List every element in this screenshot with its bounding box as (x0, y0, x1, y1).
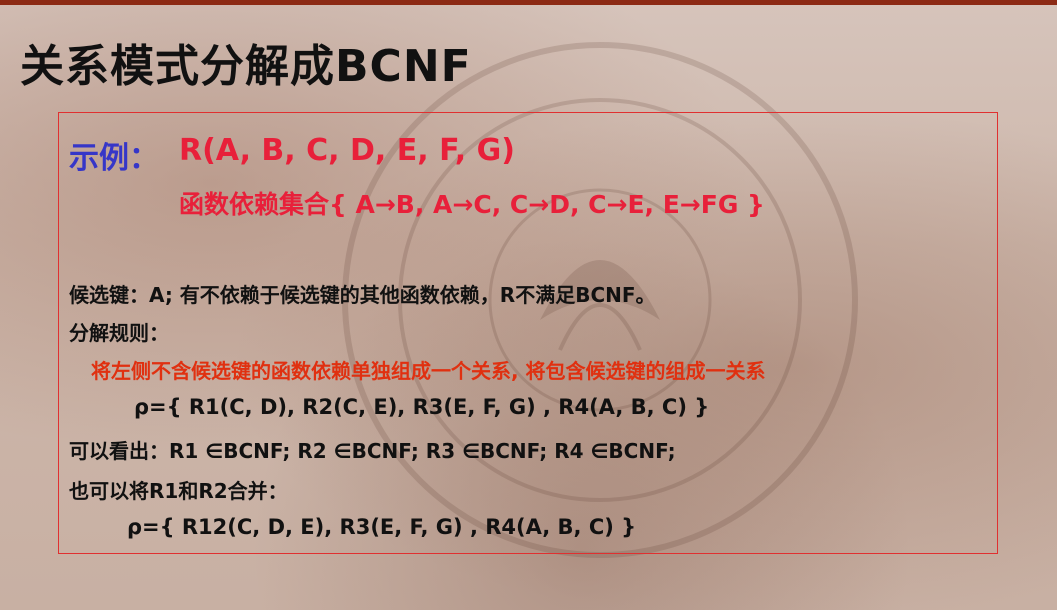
example-content-box: 示例： R(A, B, C, D, E, F, G) 函数依赖集合{ A→B, … (58, 112, 998, 554)
decomposition-rule-text: 将左侧不含候选键的函数依赖单独组成一个关系, 将包含候选键的组成一关系 (91, 359, 766, 383)
bcnf-observation: 可以看出：R1 ∈BCNF; R2 ∈BCNF; R3 ∈BCNF; R4 ∈B… (69, 439, 676, 463)
slide-background: 关系模式分解成BCNF 示例： R(A, B, C, D, E, F, G) 函… (0, 0, 1057, 610)
candidate-key-statement: 候选键：A; 有不依赖于候选键的其他函数依赖，R不满足BCNF。 (69, 283, 656, 307)
merge-statement: 也可以将R1和R2合并： (69, 479, 288, 503)
decomposition-result-2: ρ={ R12(C, D, E), R3(E, F, G) , R4(A, B,… (127, 515, 637, 539)
page-title: 关系模式分解成BCNF (20, 41, 472, 92)
functional-dependency-set: 函数依赖集合{ A→B, A→C, C→D, C→E, E→FG } (179, 190, 765, 219)
example-relation-schema: R(A, B, C, D, E, F, G) (179, 133, 515, 168)
decomposition-result-1: ρ={ R1(C, D), R2(C, E), R3(E, F, G) , R4… (134, 395, 710, 419)
decomposition-rule-heading: 分解规则： (69, 321, 169, 345)
example-label: 示例： (69, 141, 159, 176)
top-accent-bar (0, 0, 1057, 5)
